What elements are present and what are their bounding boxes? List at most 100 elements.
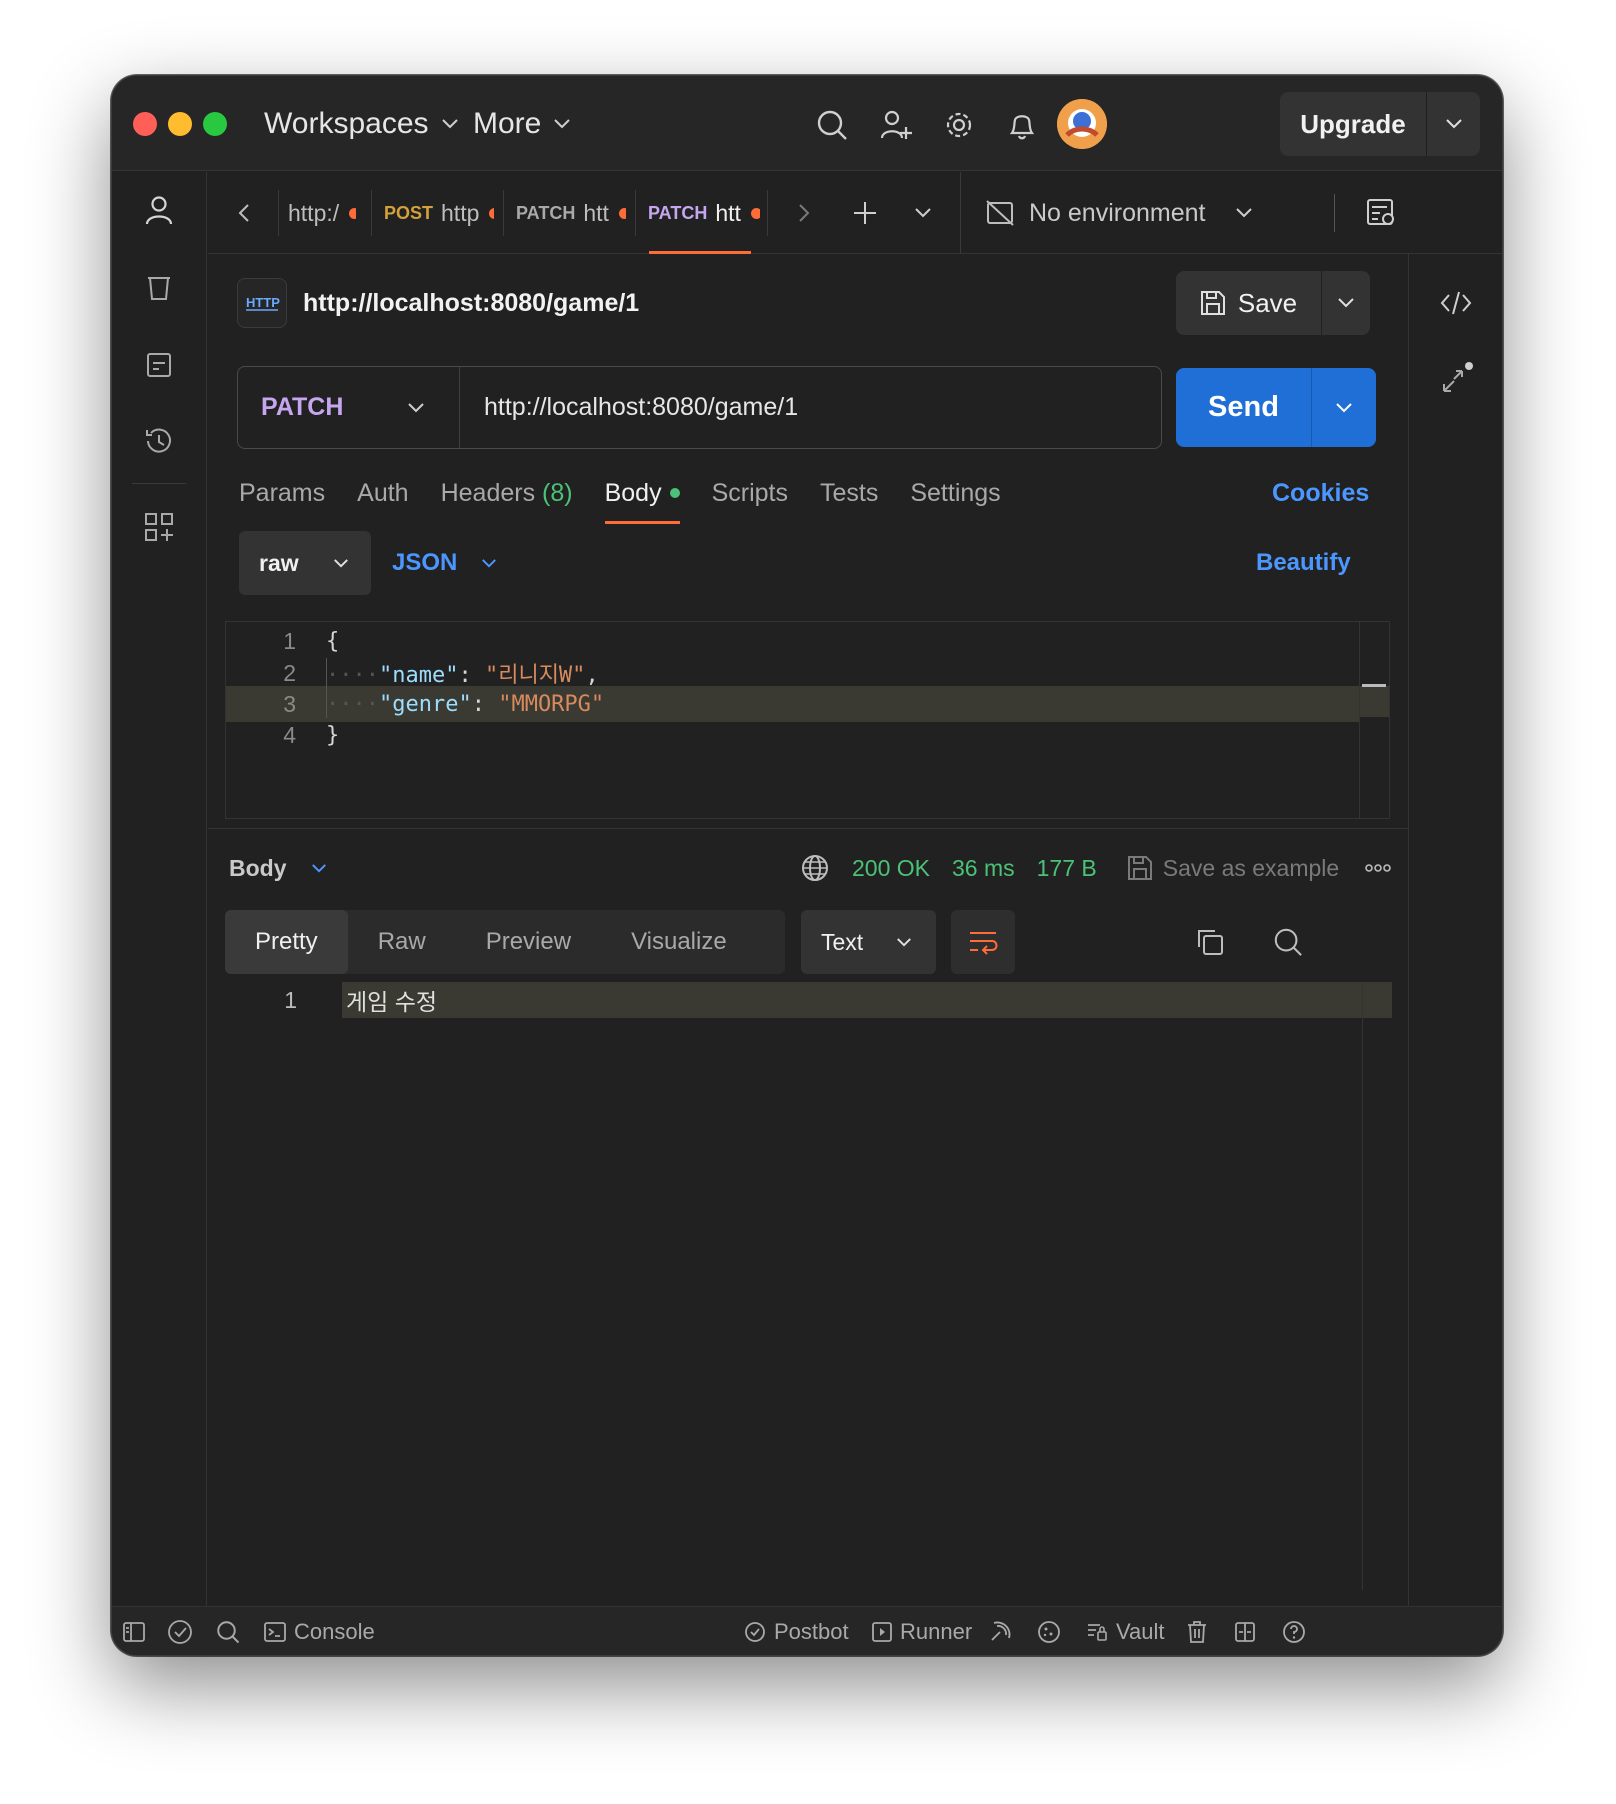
two-pane-view-icon[interactable] [1234, 1607, 1256, 1655]
mock-server-icon[interactable] [134, 340, 184, 390]
trash-icon[interactable] [1186, 1607, 1208, 1655]
upgrade-label: Upgrade [1280, 92, 1427, 156]
response-section-select[interactable]: Body [229, 840, 327, 896]
tab-params[interactable]: Params [239, 465, 325, 521]
tab-raw[interactable]: Raw [348, 910, 456, 974]
add-apps-icon[interactable] [134, 502, 184, 552]
gear-icon[interactable] [937, 103, 981, 147]
method-select[interactable]: PATCH [238, 367, 460, 448]
body-mode-select[interactable]: raw [239, 531, 371, 595]
more-menu[interactable]: More [473, 102, 571, 146]
code-text: ····"genre": "MMORPG" [326, 691, 605, 717]
save-label: Save [1237, 287, 1298, 318]
close-window-button[interactable] [133, 112, 157, 136]
send-label[interactable]: Send [1176, 368, 1312, 447]
tab-auth[interactable]: Auth [357, 465, 408, 521]
editor-minimap[interactable] [1359, 622, 1389, 818]
code-icon[interactable] [1431, 278, 1481, 328]
tab-request-2[interactable]: POST http [384, 172, 494, 254]
chevron-left-icon[interactable] [224, 193, 264, 233]
history-icon[interactable] [134, 416, 184, 466]
zoom-window-button[interactable] [203, 112, 227, 136]
related-collections-icon[interactable] [1431, 354, 1481, 404]
workspaces-menu[interactable]: Workspaces [264, 102, 459, 146]
find-icon[interactable] [216, 1607, 240, 1655]
code-text: { [326, 628, 340, 654]
env-separator [1334, 194, 1335, 232]
tab-request-3[interactable]: PATCH htt [516, 172, 626, 254]
response-size[interactable]: 177 B [1037, 855, 1097, 882]
request-body-editor[interactable]: 1 { 2 ····"name": "리니지W", 3 ····"genre":… [225, 621, 1390, 819]
json-key: "name" [378, 663, 459, 688]
console-button[interactable]: Console [264, 1607, 375, 1655]
runner-button[interactable]: Runner [872, 1607, 972, 1655]
unsaved-dot [349, 207, 356, 219]
tab-request-4-active[interactable]: PATCH htt [648, 172, 760, 254]
status-code[interactable]: 200 OK [852, 855, 930, 882]
response-time[interactable]: 36 ms [952, 855, 1015, 882]
tab-request-1[interactable]: http:/ [288, 172, 356, 254]
more-options-icon[interactable] [1365, 863, 1391, 873]
minimize-window-button[interactable] [168, 112, 192, 136]
globe-icon[interactable] [800, 853, 830, 883]
avatar[interactable] [1057, 99, 1107, 149]
response-text[interactable]: 게임 수정 [342, 982, 1392, 1018]
tab-body[interactable]: Body [604, 465, 680, 524]
cookies-icon[interactable] [1037, 1607, 1061, 1655]
postman-window: Workspaces More Upgrade http:/ POST http… [111, 75, 1503, 1656]
save-button[interactable]: Save [1176, 271, 1370, 335]
search-response-icon[interactable] [1264, 918, 1312, 966]
toggle-sidebar-icon[interactable] [122, 1607, 146, 1655]
response-divider[interactable] [208, 828, 1408, 829]
url-input[interactable]: http://localhost:8080/game/1 [484, 367, 798, 448]
postbot-button[interactable]: Postbot [744, 1607, 849, 1655]
body-language-select[interactable]: JSON [392, 531, 497, 595]
chevron-down-icon [441, 118, 459, 130]
copy-icon[interactable] [1186, 918, 1234, 966]
search-icon[interactable] [810, 103, 854, 147]
request-title[interactable]: http://localhost:8080/game/1 [303, 279, 639, 327]
trash-icon[interactable] [134, 262, 184, 312]
chevron-right-icon[interactable] [784, 193, 824, 233]
beautify-link[interactable]: Beautify [1256, 531, 1351, 595]
environment-quick-look-icon[interactable] [1361, 193, 1401, 233]
tab-scripts[interactable]: Scripts [712, 465, 788, 521]
upgrade-button[interactable]: Upgrade [1280, 92, 1480, 156]
tab-url: http [441, 199, 480, 226]
response-scroll-gutter[interactable] [1362, 982, 1363, 1590]
tab-preview[interactable]: Preview [456, 910, 601, 974]
wrap-lines-icon [968, 929, 998, 955]
tab-tests[interactable]: Tests [820, 465, 878, 521]
invite-user-icon[interactable] [874, 103, 918, 147]
cookies-link[interactable]: Cookies [1272, 465, 1369, 521]
tab-pretty[interactable]: Pretty [225, 910, 348, 974]
response-format-select[interactable]: Text [801, 910, 936, 974]
body-mode-label: raw [259, 549, 299, 576]
response-view-tabs: Pretty Raw Preview Visualize [225, 910, 785, 974]
environment-selector[interactable]: No environment [985, 172, 1255, 254]
vault-button[interactable]: Vault [1086, 1607, 1165, 1655]
sidebar-divider [132, 483, 186, 484]
user-icon[interactable] [134, 185, 184, 235]
wrap-lines-button[interactable] [951, 910, 1015, 974]
bell-icon[interactable] [1000, 103, 1044, 147]
help-icon[interactable] [1282, 1607, 1306, 1655]
chevron-down-icon[interactable] [1427, 92, 1480, 156]
active-tab-indicator [649, 251, 751, 254]
tab-settings[interactable]: Settings [910, 465, 1000, 521]
check-circle-icon[interactable] [167, 1607, 193, 1655]
chevron-down-icon[interactable] [1322, 271, 1370, 335]
tab-visualize[interactable]: Visualize [601, 910, 757, 974]
title-bar: Workspaces More Upgrade [112, 76, 1502, 171]
proxy-icon[interactable] [988, 1607, 1012, 1655]
save-as-example-button[interactable]: Save as example [1127, 855, 1339, 882]
tab-url: htt [583, 199, 609, 226]
send-button[interactable]: Send [1176, 368, 1376, 447]
chevron-down-icon[interactable] [903, 193, 943, 233]
save-button-main[interactable]: Save [1176, 271, 1322, 335]
chevron-down-icon [407, 402, 425, 414]
json-value: "리니지W" [484, 663, 586, 688]
tab-headers[interactable]: Headers (8) [441, 465, 573, 521]
plus-icon[interactable] [845, 193, 885, 233]
chevron-down-icon[interactable] [1312, 368, 1376, 447]
